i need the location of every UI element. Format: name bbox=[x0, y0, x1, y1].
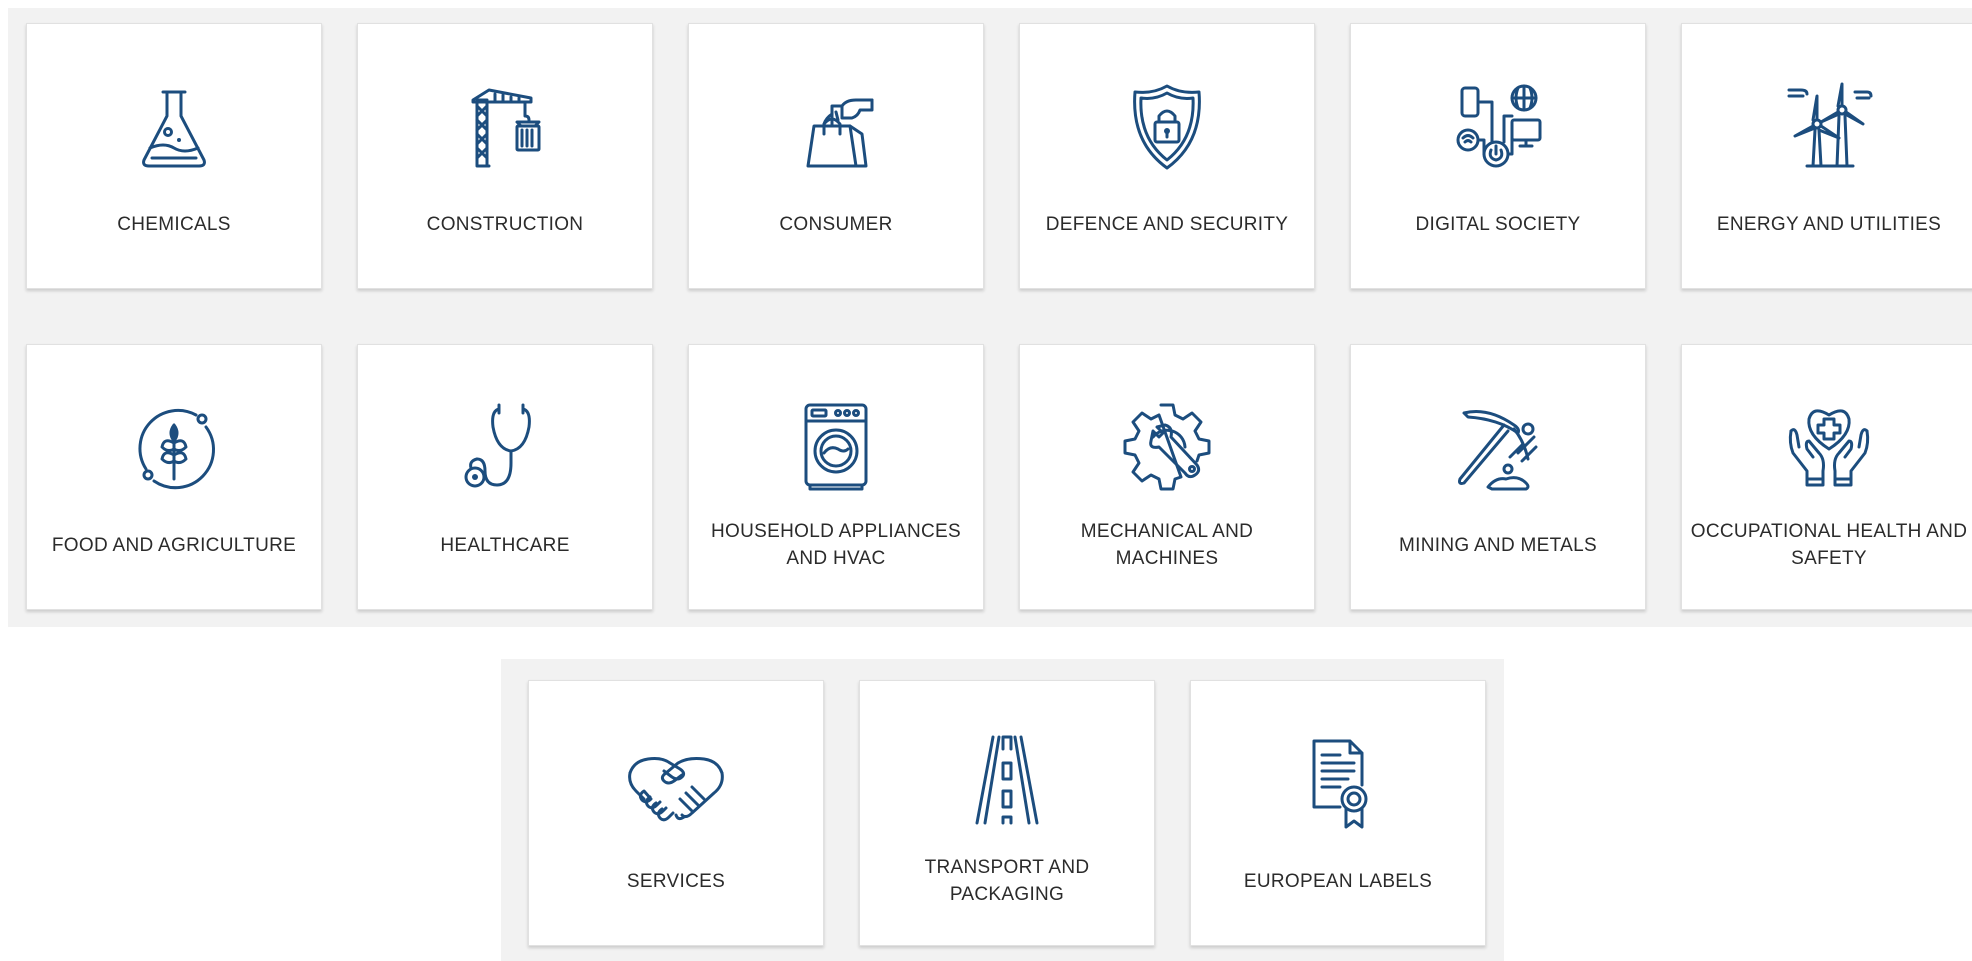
sector-card-european-labels[interactable]: EUROPEAN LABELS bbox=[1190, 680, 1486, 946]
wheat-icon bbox=[124, 397, 224, 497]
sector-card-household-appliances-and-hvac[interactable]: HOUSEHOLD APPLIANCES AND HVAC bbox=[688, 344, 984, 610]
sector-card-food-and-agriculture[interactable]: FOOD AND AGRICULTURE bbox=[26, 344, 322, 610]
shopping-bag-icon bbox=[786, 76, 886, 176]
sector-label: DIGITAL SOCIETY bbox=[1415, 213, 1581, 235]
sector-card-chemicals[interactable]: CHEMICALS bbox=[26, 23, 322, 289]
sector-card-transport-and-packaging[interactable]: TRANSPORT AND PACKAGING bbox=[859, 680, 1155, 946]
sector-card-digital-society[interactable]: DIGITAL SOCIETY bbox=[1350, 23, 1646, 289]
sector-label: EUROPEAN LABELS bbox=[1243, 870, 1433, 892]
wind-turbine-icon bbox=[1779, 76, 1879, 176]
sector-card-services[interactable]: SERVICES bbox=[528, 680, 824, 946]
sector-card-healthcare[interactable]: HEALTHCARE bbox=[357, 344, 653, 610]
sector-label: MINING AND METALS bbox=[1399, 534, 1597, 556]
gear-wrench-icon bbox=[1117, 397, 1217, 497]
pickaxe-icon bbox=[1448, 397, 1548, 497]
crane-icon bbox=[455, 76, 555, 176]
hands-heart-icon bbox=[1779, 397, 1879, 497]
sector-label: CHEMICALS bbox=[117, 213, 231, 235]
connected-devices-icon bbox=[1448, 76, 1548, 176]
sector-label: TRANSPORT AND PACKAGING bbox=[924, 857, 1090, 905]
washing-machine-icon bbox=[786, 397, 886, 497]
road-icon bbox=[957, 733, 1057, 833]
sector-card-occupational-health-and-safety[interactable]: OCCUPATIONAL HEALTH AND SAFETY bbox=[1681, 344, 1972, 610]
sector-card-energy-and-utilities[interactable]: ENERGY AND UTILITIES bbox=[1681, 23, 1972, 289]
flask-icon bbox=[124, 76, 224, 176]
handshake-icon bbox=[626, 733, 726, 833]
sector-card-consumer[interactable]: CONSUMER bbox=[688, 23, 984, 289]
sector-label: SERVICES bbox=[626, 870, 726, 892]
sector-card-construction[interactable]: CONSTRUCTION bbox=[357, 23, 653, 289]
shield-lock-icon bbox=[1117, 76, 1217, 176]
sector-label: MECHANICAL AND MACHINES bbox=[1080, 521, 1254, 569]
sector-label: FOOD AND AGRICULTURE bbox=[51, 534, 297, 556]
sector-card-defence-and-security[interactable]: DEFENCE AND SECURITY bbox=[1019, 23, 1315, 289]
sector-label: CONSUMER bbox=[779, 213, 893, 235]
stethoscope-icon bbox=[455, 397, 555, 497]
sector-label: HOUSEHOLD APPLIANCES AND HVAC bbox=[711, 521, 961, 569]
sector-card-mechanical-and-machines[interactable]: MECHANICAL AND MACHINES bbox=[1019, 344, 1315, 610]
sector-card-mining-and-metals[interactable]: MINING AND METALS bbox=[1350, 344, 1646, 610]
sector-label: CONSTRUCTION bbox=[426, 213, 584, 235]
sector-label: OCCUPATIONAL HEALTH AND SAFETY bbox=[1690, 521, 1968, 569]
sector-label: ENERGY AND UTILITIES bbox=[1716, 213, 1942, 235]
certificate-icon bbox=[1288, 733, 1388, 833]
sector-label: HEALTHCARE bbox=[440, 534, 570, 556]
sector-label: DEFENCE AND SECURITY bbox=[1045, 213, 1289, 235]
